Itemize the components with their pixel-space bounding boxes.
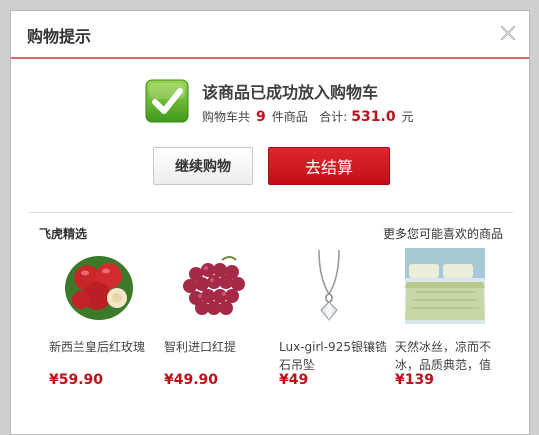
cart-total: 531.0 xyxy=(351,109,396,125)
product-price: ¥49.90 xyxy=(164,372,219,388)
product-image-grapes[interactable] xyxy=(174,248,254,324)
product-price: ¥49 xyxy=(279,372,309,388)
more-recommendations-link[interactable]: 更多您可能喜欢的商品 xyxy=(383,225,503,242)
product-price: ¥59.90 xyxy=(49,372,104,388)
dialog-title: 购物提示 xyxy=(27,27,92,46)
checkout-button[interactable]: 去结算 xyxy=(268,147,390,185)
check-icon xyxy=(145,79,189,123)
currency-label: 元 xyxy=(401,110,414,124)
product-image-apples[interactable] xyxy=(59,248,139,324)
product-image-pendant[interactable] xyxy=(289,248,369,324)
product-name[interactable]: Lux-girl-925银镶锆石吊坠 xyxy=(279,338,389,374)
product-name[interactable]: 新西兰皇后红玫瑰 xyxy=(49,338,159,374)
product-item[interactable]: 智利进口红提 ¥49.90 xyxy=(164,248,274,388)
recommend-title: 飞虎精选 xyxy=(39,227,88,241)
product-price: ¥139 xyxy=(395,372,434,388)
product-item[interactable]: 新西兰皇后红玫瑰 ¥59.90 xyxy=(49,248,159,388)
count-suffix: 件商品 xyxy=(271,110,308,124)
dialog-header: 购物提示 xyxy=(11,11,529,59)
continue-shopping-button[interactable]: 继续购物 xyxy=(153,147,253,185)
product-item[interactable]: Lux-girl-925银镶锆石吊坠 ¥49 xyxy=(279,248,389,388)
product-name[interactable]: 天然冰丝，凉而不冰，品质典范，值 xyxy=(395,338,505,374)
product-image-bedding[interactable] xyxy=(405,248,485,324)
total-label: 合计: xyxy=(319,110,348,124)
cart-dialog: 购物提示 该商品已成功放入购物车 购物车共 9 件商品 合计: 531.0 元 继续 xyxy=(10,10,530,435)
cart-summary: 购物车共 9 件商品 合计: 531.0 元 xyxy=(202,108,414,125)
success-message: 该商品已成功放入购物车 xyxy=(202,83,379,102)
divider xyxy=(29,212,513,213)
close-icon[interactable] xyxy=(499,24,517,42)
cart-count: 9 xyxy=(256,109,266,125)
product-item[interactable]: 天然冰丝，凉而不冰，品质典范，值 ¥139 xyxy=(395,248,505,388)
success-panel: 该商品已成功放入购物车 购物车共 9 件商品 合计: 531.0 元 xyxy=(145,79,505,135)
summary-prefix: 购物车共 xyxy=(202,110,251,124)
product-name[interactable]: 智利进口红提 xyxy=(164,338,274,374)
